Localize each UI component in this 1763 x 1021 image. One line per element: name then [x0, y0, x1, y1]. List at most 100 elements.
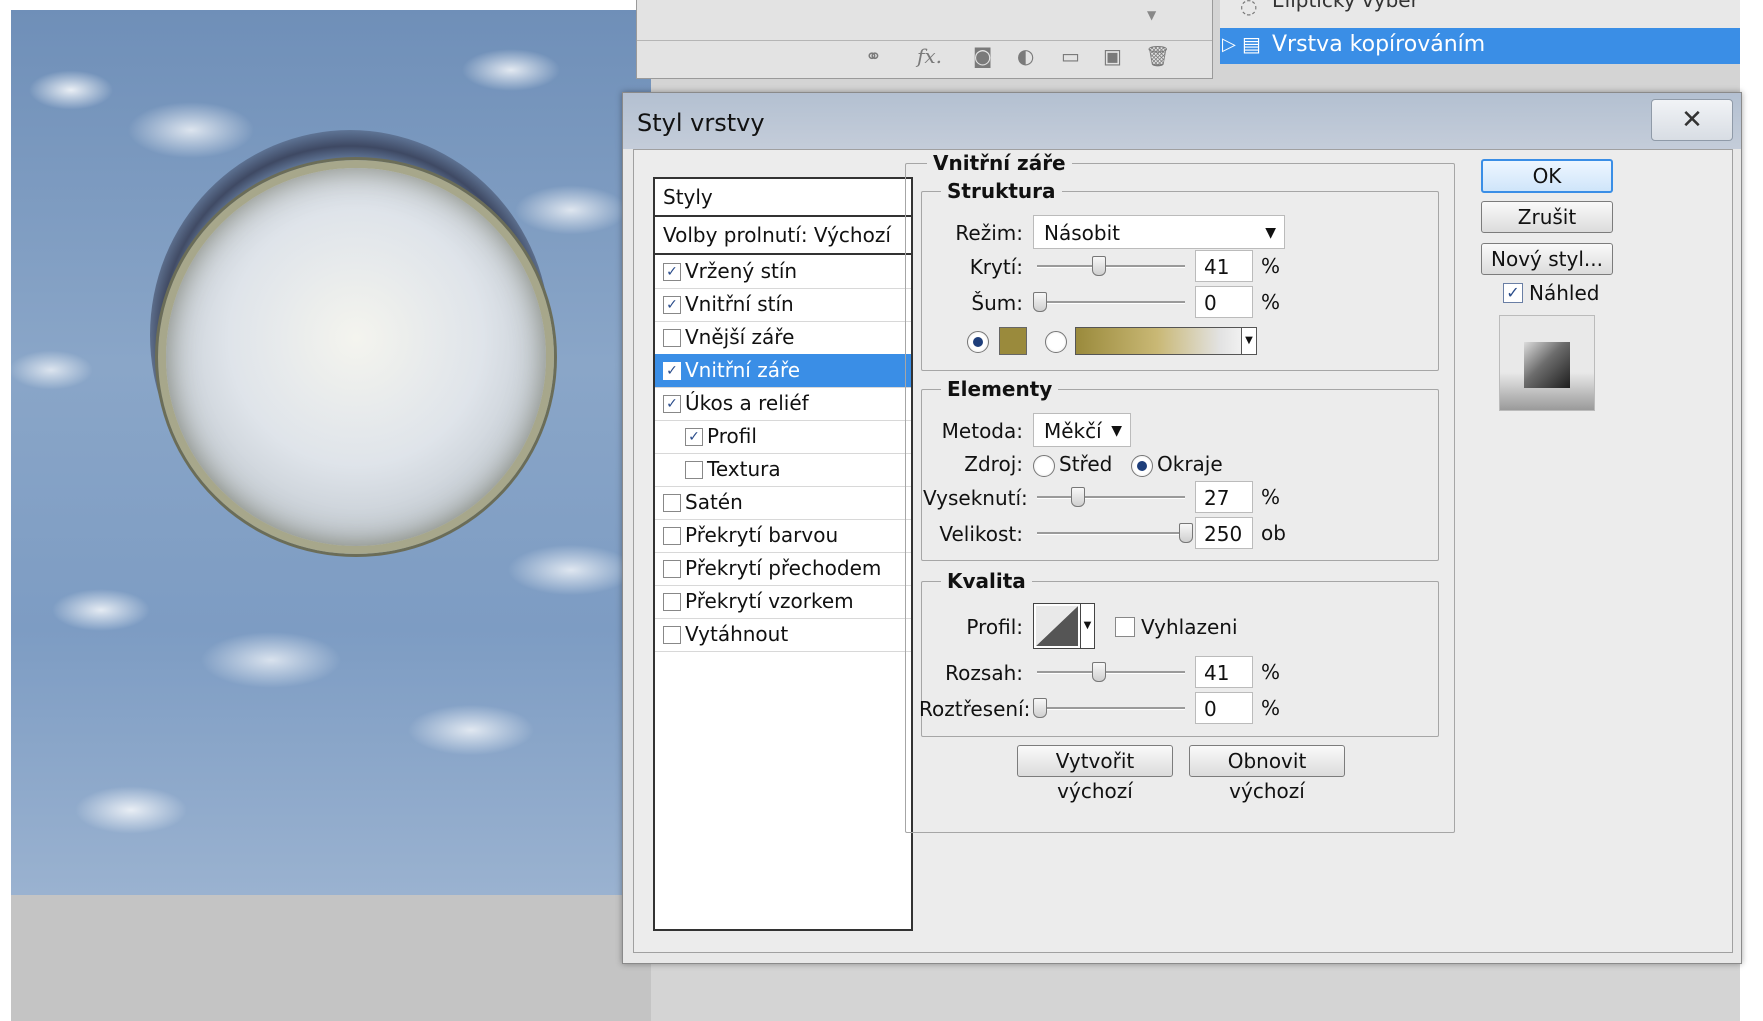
style-item-label: Satén	[685, 490, 743, 514]
choke-slider-thumb[interactable]	[1071, 487, 1085, 507]
noise-unit: %	[1261, 290, 1281, 314]
style-checkbox[interactable]: ✓	[663, 395, 681, 413]
cancel-button[interactable]: Zrušit	[1481, 201, 1613, 233]
glow-color-swatch[interactable]	[999, 327, 1027, 355]
noise-slider-track[interactable]	[1037, 301, 1185, 304]
style-item-label: Překrytí přechodem	[685, 556, 882, 580]
source-label: Zdroj:	[964, 452, 1023, 476]
opacity-input[interactable]: 41	[1195, 250, 1253, 282]
size-slider-track[interactable]	[1037, 532, 1185, 535]
opacity-slider-thumb[interactable]	[1092, 256, 1106, 276]
layer-row-selected[interactable]: ▷ ▤ Vrstva kopírováním	[1220, 28, 1740, 64]
noise-input[interactable]: 0	[1195, 286, 1253, 318]
styles-header[interactable]: Styly	[655, 179, 911, 217]
style-item[interactable]: ✓ Vržený stín	[655, 255, 911, 289]
gradient-dropdown-icon[interactable]: ▼	[1241, 328, 1256, 354]
method-select[interactable]: Měkčí ▼	[1033, 413, 1131, 447]
contour-picker[interactable]: ▼	[1033, 603, 1095, 649]
reset-default-button[interactable]: Obnovit výchozí	[1189, 745, 1345, 803]
adjustment-icon[interactable]: ◐	[1017, 44, 1034, 68]
contour-dropdown-icon[interactable]: ▼	[1080, 604, 1094, 648]
mode-label: Režim:	[955, 221, 1023, 245]
style-item[interactable]: Překrytí přechodem	[655, 552, 911, 586]
solid-color-radio[interactable]	[967, 331, 989, 353]
scroll-down-icon[interactable]: ▼	[1147, 8, 1165, 30]
source-center-radio[interactable]	[1033, 455, 1055, 477]
layer-row[interactable]: ◌ Eliptický výběr	[1220, 0, 1740, 28]
style-item[interactable]: ✓ Vnitřní záře	[655, 354, 911, 388]
style-item[interactable]: Vytáhnout	[655, 618, 911, 652]
style-item-label: Vnitřní stín	[685, 292, 794, 316]
selection-icon: ◌	[1240, 0, 1258, 18]
window-edge	[1740, 0, 1763, 1021]
style-checkbox[interactable]: ✓	[663, 263, 681, 281]
gradient-preview[interactable]: ▼	[1075, 327, 1257, 355]
ok-button[interactable]: OK	[1481, 159, 1613, 193]
style-item[interactable]: ✓ Profil	[655, 420, 911, 454]
style-item-label: Úkos a reliéf	[685, 391, 809, 415]
style-checkbox[interactable]: ✓	[685, 428, 703, 446]
close-icon: ✕	[1681, 105, 1703, 135]
noise-label: Šum:	[971, 291, 1023, 315]
expand-arrow-icon[interactable]: ▷	[1222, 34, 1236, 55]
preview-swatch	[1524, 342, 1570, 388]
style-item[interactable]: Překrytí vzorkem	[655, 585, 911, 619]
size-slider-thumb[interactable]	[1179, 523, 1193, 543]
style-item[interactable]: Textura	[655, 453, 911, 487]
choke-input[interactable]: 27	[1195, 481, 1253, 513]
layer-name: Eliptický výběr	[1272, 0, 1419, 12]
style-preview	[1499, 315, 1595, 411]
choke-label: Vyseknutí:	[923, 486, 1028, 510]
method-value: Měkčí	[1044, 419, 1102, 443]
jitter-slider-thumb[interactable]	[1033, 698, 1047, 718]
range-unit: %	[1261, 660, 1281, 684]
range-slider-thumb[interactable]	[1092, 662, 1106, 682]
size-input[interactable]: 250	[1195, 517, 1253, 549]
range-slider-track[interactable]	[1037, 671, 1185, 674]
make-default-button[interactable]: Vytvořit výchozí	[1017, 745, 1173, 803]
panel-divider	[637, 40, 1212, 41]
style-item[interactable]: ✓ Úkos a reliéf	[655, 387, 911, 421]
link-icon[interactable]: ⚭	[865, 44, 882, 68]
blend-mode-select[interactable]: Násobit ▼	[1033, 215, 1285, 249]
style-item-label: Textura	[707, 457, 781, 481]
layer-thumbnail-icon: ▤	[1242, 32, 1261, 56]
style-checkbox[interactable]	[663, 593, 681, 611]
style-checkbox[interactable]	[685, 461, 703, 479]
style-checkbox[interactable]: ✓	[663, 296, 681, 314]
contour-label: Profil:	[966, 615, 1023, 639]
style-item[interactable]: Překrytí barvou	[655, 519, 911, 553]
style-item-label: Vnitřní záře	[685, 358, 801, 382]
style-checkbox[interactable]: ✓	[663, 362, 681, 380]
style-item[interactable]: Vnější záře	[655, 321, 911, 355]
gradient-radio[interactable]	[1045, 331, 1067, 353]
opacity-slider-track[interactable]	[1037, 265, 1185, 268]
style-item[interactable]: ✓ Vnitřní stín	[655, 288, 911, 322]
style-checkbox[interactable]	[663, 527, 681, 545]
close-button[interactable]: ✕	[1651, 99, 1733, 141]
noise-slider-thumb[interactable]	[1033, 292, 1047, 312]
folder-icon[interactable]: ▭	[1061, 44, 1080, 68]
style-checkbox[interactable]	[663, 560, 681, 578]
style-checkbox[interactable]	[663, 329, 681, 347]
blend-options-item[interactable]: Volby prolnutí: Výchozí	[655, 217, 911, 255]
jitter-input[interactable]: 0	[1195, 692, 1253, 724]
choke-slider-track[interactable]	[1037, 496, 1185, 499]
range-input[interactable]: 41	[1195, 656, 1253, 688]
style-checkbox[interactable]	[663, 494, 681, 512]
mask-icon[interactable]: ◙	[973, 44, 992, 68]
trash-icon[interactable]: 🗑	[1145, 44, 1170, 68]
preview-checkbox[interactable]: ✓	[1503, 283, 1523, 303]
style-checkbox[interactable]	[663, 626, 681, 644]
fx-icon[interactable]: fx.	[917, 44, 942, 68]
new-style-button[interactable]: Nový styl...	[1481, 243, 1613, 275]
style-item[interactable]: Satén	[655, 486, 911, 520]
style-item-label: Profil	[707, 424, 757, 448]
chevron-down-icon: ▼	[1265, 225, 1276, 241]
jitter-slider-track[interactable]	[1037, 707, 1185, 710]
antialias-checkbox[interactable]	[1115, 617, 1135, 637]
new-layer-icon[interactable]: ▣	[1103, 44, 1122, 68]
styles-header-label: Styly	[663, 185, 713, 209]
dialog-titlebar[interactable]: Styl vrstvy ✕	[623, 93, 1741, 149]
source-edge-radio[interactable]	[1131, 455, 1153, 477]
